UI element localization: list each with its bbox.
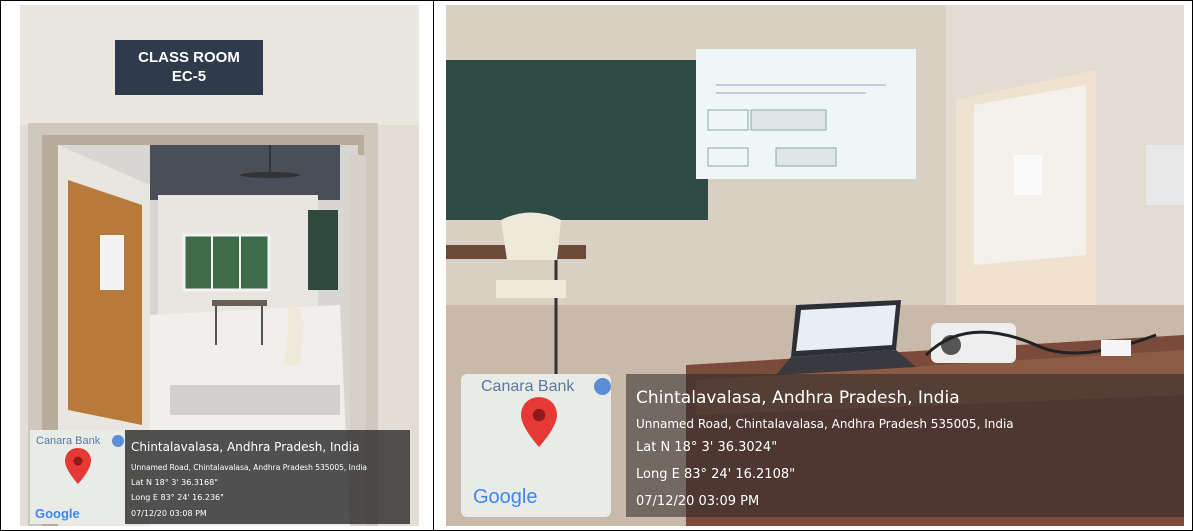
- classroom-projector-photo: Canara Bank Google Chintalavalasa, Andhr…: [446, 5, 1184, 526]
- geotag-overlay: Chintalavalasa, Andhra Pradesh, India Un…: [125, 430, 410, 524]
- address-text: Unnamed Road, Chintalavalasa, Andhra Pra…: [131, 463, 368, 472]
- timestamp-text: 07/12/20 03:08 PM: [131, 509, 207, 518]
- location-pin-icon: [521, 397, 557, 447]
- map-thumbnail: Canara Bank Google: [30, 430, 125, 524]
- map-place-label: Canara Bank: [481, 378, 575, 395]
- room-sign-line2: EC-5: [171, 68, 207, 85]
- geotag-overlay: Chintalavalasa, Andhra Pradesh, India Un…: [626, 374, 1184, 517]
- latitude-text: Lat N 18° 3' 36.3024": [636, 440, 778, 455]
- location-pin-icon: [65, 448, 91, 484]
- google-logo: Google: [473, 486, 538, 508]
- google-logo: Google: [35, 506, 80, 521]
- room-sign-line1: CLASS ROOM: [138, 49, 240, 66]
- bank-icon: [112, 435, 124, 447]
- timestamp-text: 07/12/20 03:09 PM: [636, 494, 760, 509]
- classroom-door-photo: CLASS ROOM EC-5 Canara Bank Google Chint…: [20, 5, 419, 526]
- longitude-text: Long E 83° 24' 16.236": [131, 493, 224, 502]
- map-thumbnail: Canara Bank Google: [461, 374, 611, 517]
- map-place-label: Canara Bank: [36, 435, 101, 447]
- longitude-text: Long E 83° 24' 16.2108": [636, 467, 796, 482]
- bank-icon: [594, 378, 611, 395]
- location-title: Chintalavalasa, Andhra Pradesh, India: [636, 388, 960, 408]
- table-column-divider: [433, 0, 434, 531]
- location-title: Chintalavalasa, Andhra Pradesh, India: [131, 440, 360, 454]
- latitude-text: Lat N 18° 3' 36.3168": [131, 478, 218, 487]
- room-sign: CLASS ROOM EC-5: [115, 40, 263, 95]
- address-text: Unnamed Road, Chintalavalasa, Andhra Pra…: [636, 417, 1014, 431]
